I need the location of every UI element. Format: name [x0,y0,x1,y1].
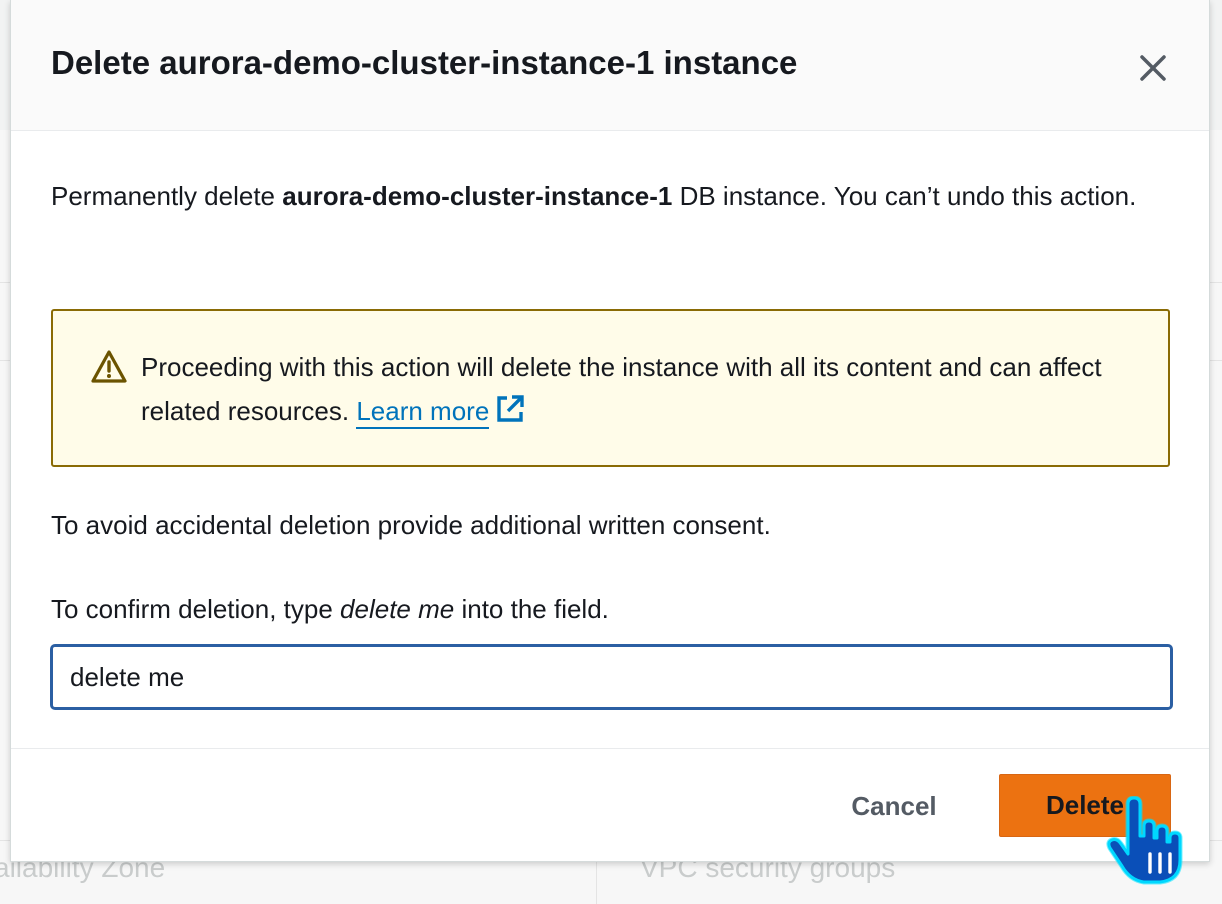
close-button[interactable] [1133,48,1173,88]
close-icon [1140,55,1166,81]
learn-more-link[interactable]: Learn more [356,396,490,429]
delete-instance-modal: Delete aurora-demo-cluster-instance-1 in… [10,0,1210,862]
description-instance-name: aurora-demo-cluster-instance-1 [282,181,673,211]
description-suffix: DB instance. You can’t undo this action. [672,181,1137,211]
alert-message: Proceeding with this action will delete … [141,345,1141,433]
confirm-label: To confirm deletion, type delete me into… [51,594,609,625]
warning-icon [91,350,127,383]
alert-text: Proceeding with this action will delete … [141,352,1102,426]
consent-text: To avoid accidental deletion provide add… [51,510,771,540]
modal-title: Delete aurora-demo-cluster-instance-1 in… [51,44,798,81]
cancel-button[interactable]: Cancel [829,776,959,836]
external-link-icon[interactable] [495,394,525,424]
modal-description: Permanently delete aurora-demo-cluster-i… [51,174,1161,218]
delete-button[interactable]: Delete [999,774,1171,837]
modal-header: Delete aurora-demo-cluster-instance-1 in… [11,0,1209,131]
modal-footer-divider [11,748,1209,749]
confirm-label-phrase: delete me [340,594,455,624]
description-prefix: Permanently delete [51,181,283,211]
warning-alert: Proceeding with this action will delete … [51,309,1170,467]
learn-more-label: Learn more [356,396,490,426]
confirm-deletion-input[interactable] [51,645,1172,709]
confirm-label-suffix: into the field. [454,594,609,624]
confirm-label-prefix: To confirm deletion, type [51,594,341,624]
